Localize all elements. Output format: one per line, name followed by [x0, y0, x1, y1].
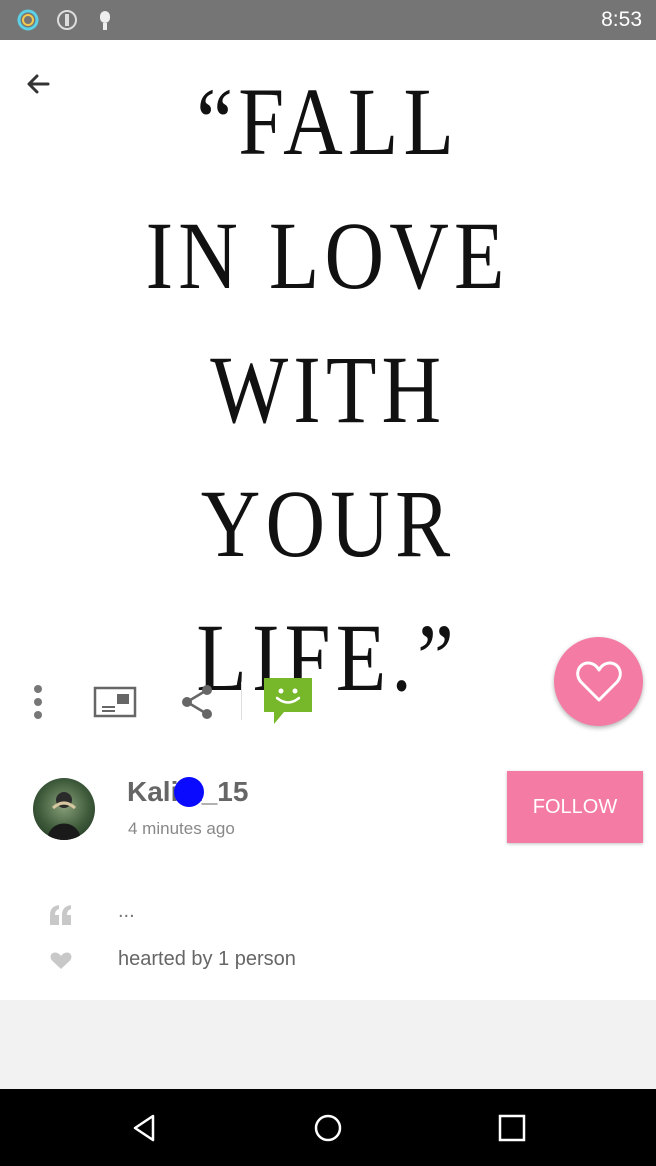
post-image: “FALL IN LOVE WITH YOUR LIFE.” — [0, 40, 656, 706]
hearted-by-text: hearted by 1 person — [118, 948, 296, 970]
touch-indicator — [174, 777, 204, 807]
status-bar: 8:53 — [0, 0, 656, 40]
nav-back-icon[interactable] — [129, 1113, 159, 1143]
postcard-icon[interactable] — [93, 680, 137, 724]
message-icon[interactable] — [262, 676, 314, 726]
action-divider — [241, 682, 242, 720]
more-vert-icon[interactable] — [22, 680, 54, 724]
android-icon — [100, 11, 110, 30]
heart-outline-icon — [575, 661, 622, 701]
caption-row: ... — [0, 896, 656, 936]
info-icon — [57, 10, 77, 30]
quote-line: WITH — [209, 336, 447, 443]
share-icon[interactable] — [177, 680, 217, 724]
status-time: 8:53 — [601, 8, 642, 31]
hearted-row[interactable]: hearted by 1 person — [0, 944, 656, 976]
quote-mark-icon — [50, 905, 71, 925]
quote-line: IN LOVE — [146, 202, 510, 309]
nav-recents-icon[interactable] — [497, 1113, 527, 1143]
post-time: 4 minutes ago — [128, 819, 235, 838]
avatar-image — [47, 792, 81, 840]
nav-home-icon[interactable] — [313, 1113, 343, 1143]
heart-button[interactable] — [554, 637, 643, 726]
back-arrow-icon[interactable] — [20, 66, 56, 102]
caption-text: ... — [118, 900, 135, 922]
quote-line: YOUR — [200, 470, 456, 577]
navigation-bar — [0, 1089, 656, 1166]
heart-icon — [50, 952, 72, 969]
follow-button[interactable]: FOLLOW — [507, 771, 643, 843]
circle-logo-icon — [17, 9, 39, 31]
avatar[interactable] — [33, 778, 95, 840]
bottom-spacer — [0, 1000, 656, 1089]
quote-line: “FALL — [196, 68, 460, 175]
